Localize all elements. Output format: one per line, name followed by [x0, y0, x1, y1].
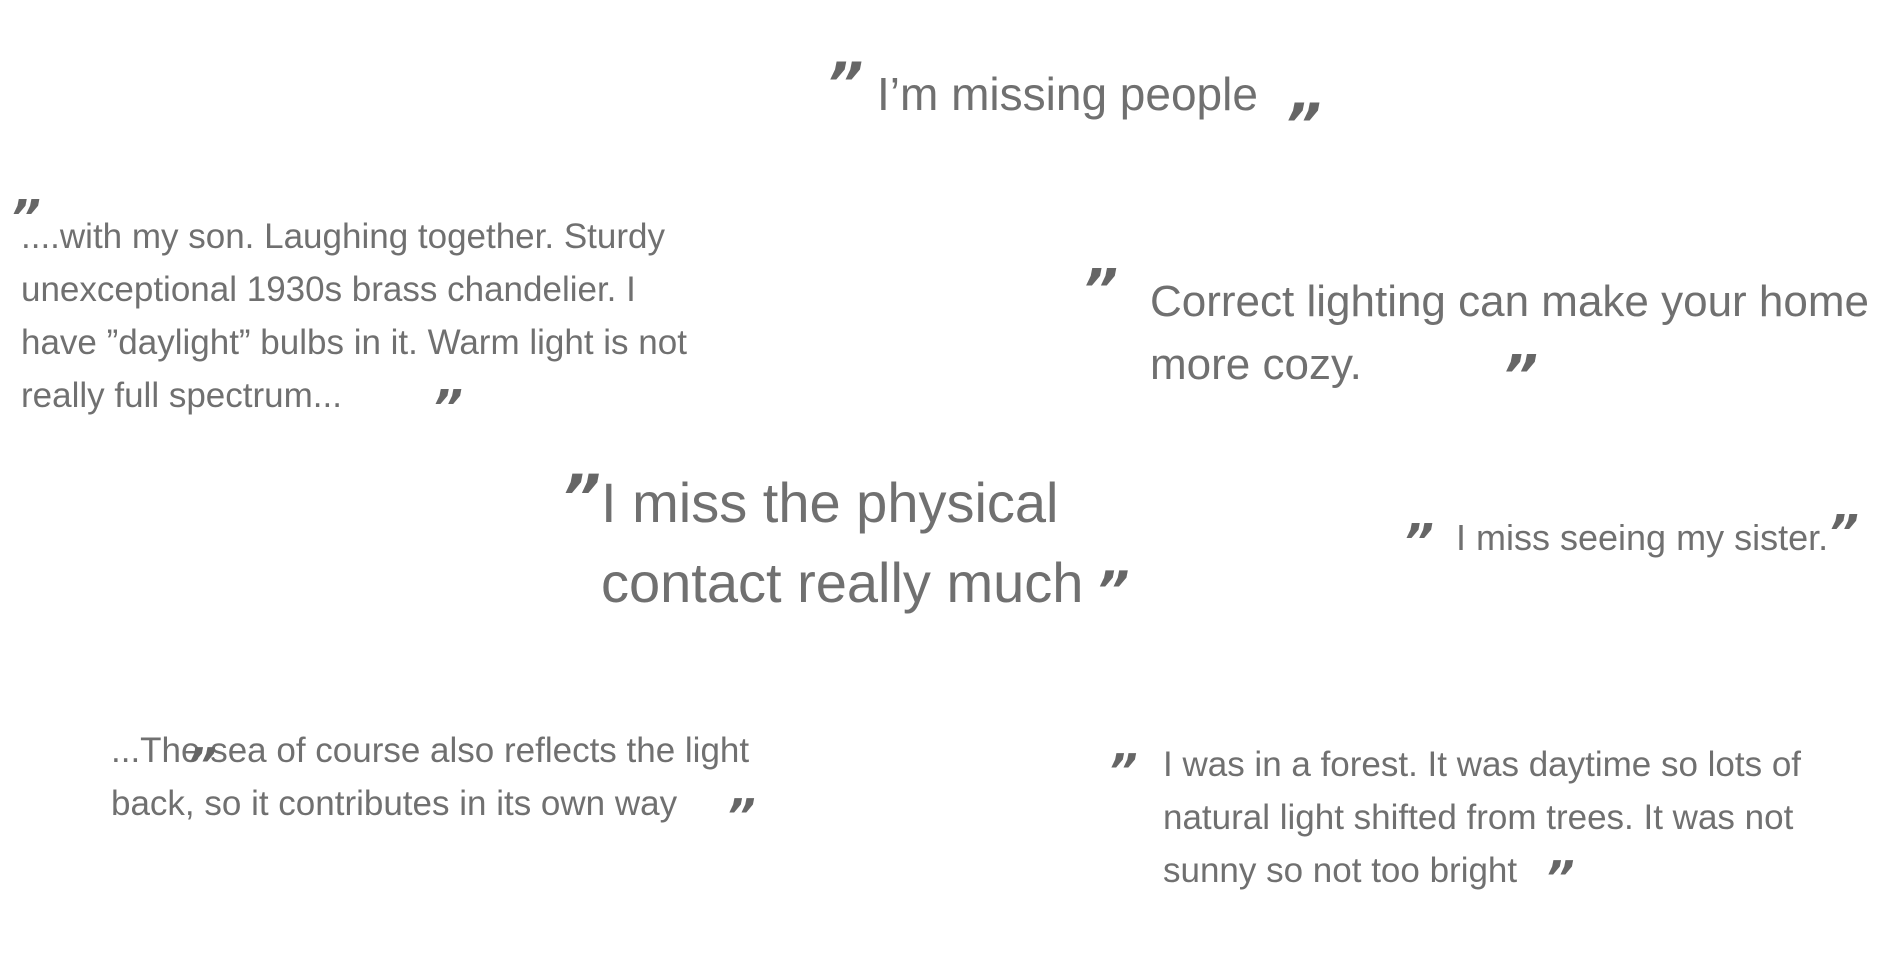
- quote-physical-contact: I miss the physical contact really much: [601, 471, 1084, 614]
- quote-forest: I was in a forest. It was daytime so lot…: [1163, 745, 1802, 890]
- close-quote-icon: ”: [1284, 91, 1322, 159]
- open-quote-icon: ”: [1403, 514, 1434, 570]
- open-quote-icon: ”: [1082, 258, 1119, 323]
- open-quote-icon: ”: [561, 461, 601, 534]
- close-quote-icon: ”: [1828, 505, 1859, 561]
- quote-sea-reflects: ...The sea of course also reflects the l…: [111, 731, 750, 823]
- quote-my-sister: I miss seeing my sister.: [1456, 517, 1829, 558]
- close-quote-icon: ”: [1502, 344, 1539, 409]
- open-quote-icon: ”: [826, 50, 864, 118]
- open-quote-icon: ”: [1108, 744, 1138, 798]
- quote-with-my-son: ....with my son. Laughing together. Stur…: [21, 217, 687, 415]
- quote-missing-people: I’m missing people: [877, 68, 1258, 120]
- open-quote-icon: ”: [187, 738, 217, 792]
- close-quote-icon: ”: [432, 380, 463, 436]
- close-quote-icon: ”: [726, 789, 756, 843]
- close-quote-icon: ”: [1096, 561, 1130, 621]
- close-quote-icon: ”: [1545, 851, 1575, 905]
